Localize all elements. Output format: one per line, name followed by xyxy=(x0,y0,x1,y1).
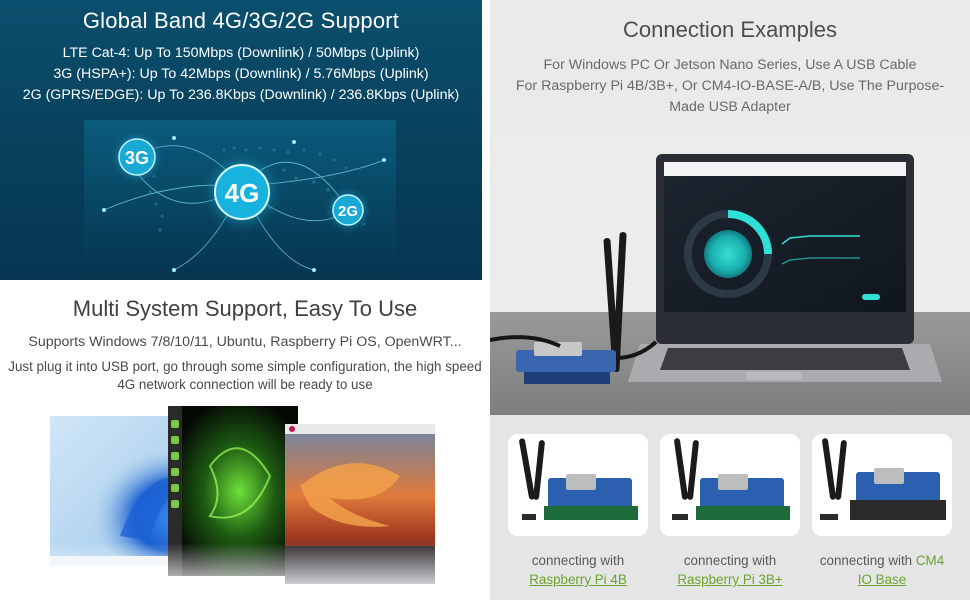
supported-systems-text: Supports Windows 7/8/10/11, Ubuntu, Rasp… xyxy=(28,334,462,350)
card-cm4-io-base-image xyxy=(812,434,952,536)
link-raspberry-pi-3b[interactable]: Raspberry Pi 3B+ xyxy=(677,572,782,587)
connection-desc-line-1: For Windows PC Or Jetson Nano Series, Us… xyxy=(543,57,917,73)
connection-title: Connection Examples xyxy=(622,17,837,42)
link-cm4[interactable]: CM4 xyxy=(916,553,944,568)
multi-system-title: Multi System Support, Easy To Use xyxy=(72,296,418,321)
band-spec-list: LTE Cat-4: Up To 150Mbps (Downlink) / 50… xyxy=(0,43,482,106)
link-raspberry-pi-4b[interactable]: Raspberry Pi 4B xyxy=(529,572,627,587)
band-support-panel: Global Band 4G/3G/2G Support LTE Cat-4: … xyxy=(0,0,482,280)
rpi-3b-hat-photo xyxy=(660,434,800,536)
caption-raspberry-pi-4b: connecting with Raspberry Pi 4B xyxy=(498,551,658,589)
laptop xyxy=(628,154,942,382)
caption-prefix: connecting with xyxy=(683,553,777,568)
connection-desc-line-2: For Raspberry Pi 4B/3B+, Or CM4-IO-BASE-… xyxy=(515,78,945,94)
plug-instructions-line-1: Just plug it into USB port, go through s… xyxy=(8,359,482,374)
spec-3g: 3G (HSPA+): Up To 42Mbps (Downlink) / 5.… xyxy=(53,66,429,82)
caption-raspberry-pi-3b: connecting with Raspberry Pi 3B+ xyxy=(650,551,810,589)
multi-system-panel: Multi System Support, Easy To Use Suppor… xyxy=(0,280,490,600)
caption-prefix: connecting with xyxy=(531,553,625,568)
card-raspberry-pi-3b-image xyxy=(660,434,800,536)
connection-examples-panel: Connection Examples For Windows PC Or Je… xyxy=(490,0,970,415)
link-io-base[interactable]: IO Base xyxy=(858,572,906,587)
cm4-io-base-photo xyxy=(812,434,952,536)
spec-2g: 2G (GPRS/EDGE): Up To 236.8Kbps (Downlin… xyxy=(22,87,460,103)
caption-cm4-io-base: connecting with CM4 IO Base xyxy=(802,551,962,589)
connection-cards: connecting with Raspberry Pi 4B connecti… xyxy=(490,415,970,600)
card-raspberry-pi-4b-image xyxy=(508,434,648,536)
caption-prefix: connecting with xyxy=(819,553,913,568)
laptop-usb-connection-photo xyxy=(490,132,970,415)
spec-lte: LTE Cat-4: Up To 150Mbps (Downlink) / 50… xyxy=(62,45,420,61)
plug-instructions-line-2: 4G network connection will be ready to u… xyxy=(117,377,373,392)
rpi-4b-hat-photo xyxy=(508,434,648,536)
badge-4g-label: 4G xyxy=(225,178,260,208)
band-title: Global Band 4G/3G/2G Support xyxy=(82,8,400,33)
world-network-illustration: 3G 4G 2G xyxy=(84,120,396,280)
badge-2g-label: 2G xyxy=(338,203,358,220)
plug-instructions: Just plug it into USB port, go through s… xyxy=(0,358,490,394)
connection-desc-line-3: Made USB Adapter xyxy=(669,99,791,115)
connection-description: For Windows PC Or Jetson Nano Series, Us… xyxy=(490,55,970,118)
os-screenshots-collage xyxy=(50,406,440,596)
badge-3g-label: 3G xyxy=(125,148,149,168)
caption-prefix-line: connecting with CM4 xyxy=(802,551,962,570)
